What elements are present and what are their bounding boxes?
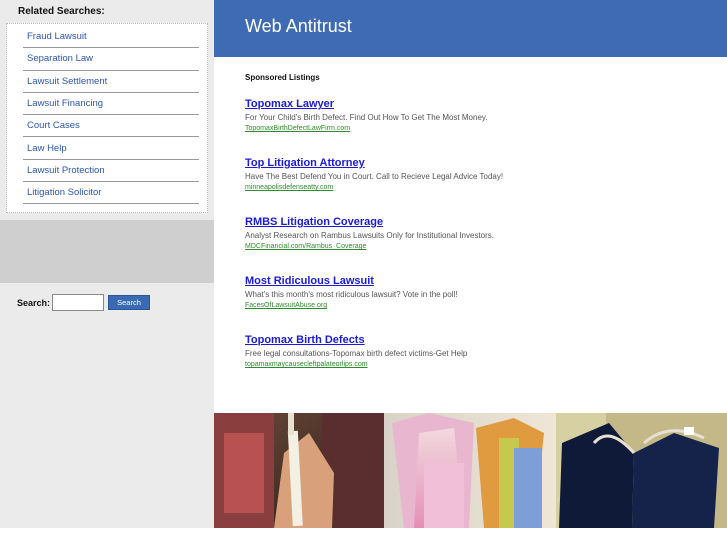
related-search-link[interactable]: Court Cases <box>23 120 80 131</box>
listing-url-link[interactable]: MDCFinancial.com/Rambus_Coverage <box>245 243 715 250</box>
photo-illustration <box>214 413 727 528</box>
related-searches-title: Related Searches: <box>18 6 105 17</box>
related-search-item[interactable]: Law Help <box>23 137 199 160</box>
main-content: Sponsored Listings Topomax Lawyer For Yo… <box>214 57 727 413</box>
page: Related Searches: Fraud Lawsuit Separati… <box>0 0 727 545</box>
listing-description: Have The Best Defend You in Court. Call … <box>245 172 504 181</box>
related-search-link[interactable]: Lawsuit Protection <box>23 165 105 176</box>
listing: Top Litigation Attorney Have The Best De… <box>245 157 715 191</box>
listing-url-link[interactable]: minneapolisdefenseatty.com <box>245 184 715 191</box>
listing-description: Analyst Research on Rambus Lawsuits Only… <box>245 231 494 240</box>
related-search-item[interactable]: Litigation Solicitor <box>23 182 199 205</box>
listing: RMBS Litigation Coverage Analyst Researc… <box>245 216 715 250</box>
related-search-item[interactable]: Lawsuit Financing <box>23 93 199 116</box>
related-search-link[interactable]: Fraud Lawsuit <box>23 31 87 42</box>
search-input[interactable] <box>52 294 104 311</box>
related-searches-box: Fraud Lawsuit Separation Law Lawsuit Set… <box>6 23 208 213</box>
listing: Most Ridiculous Lawsuit What's this mont… <box>245 275 715 309</box>
listing-url-link[interactable]: FacesOfLawsuitAbuse.org <box>245 302 715 309</box>
related-search-link[interactable]: Lawsuit Financing <box>23 98 103 109</box>
search-button[interactable]: Search <box>108 295 150 310</box>
listing-title-link[interactable]: Topomax Birth Defects <box>245 334 715 346</box>
listing-title-link[interactable]: Topomax Lawyer <box>245 98 715 110</box>
search-label: Search: <box>17 298 51 308</box>
listing: Topomax Birth Defects Free legal consult… <box>245 334 715 368</box>
related-search-item[interactable]: Separation Law <box>23 48 199 71</box>
listing-title-link[interactable]: Top Litigation Attorney <box>245 157 715 169</box>
footer-strip <box>0 528 727 545</box>
sponsored-listings-heading: Sponsored Listings <box>245 73 320 82</box>
related-search-item[interactable]: Lawsuit Settlement <box>23 71 199 93</box>
listing-description: Free legal consultations-Topomax birth d… <box>245 349 468 358</box>
sidebar-divider-band <box>0 220 214 283</box>
related-searches-list: Fraud Lawsuit Separation Law Lawsuit Set… <box>23 26 199 205</box>
search-form: Search: Search <box>0 283 214 323</box>
related-search-link[interactable]: Law Help <box>23 143 67 154</box>
sidebar-bottom <box>0 323 214 528</box>
header: Web Antitrust <box>214 0 727 57</box>
related-search-link[interactable]: Separation Law <box>23 53 93 64</box>
listing-description: For Your Child's Birth Defect. Find Out … <box>245 113 488 122</box>
listing-description: What's this month's most ridiculous laws… <box>245 290 458 299</box>
listing-url-link[interactable]: topamaxmaycausecleftpalateorlips.com <box>245 361 715 368</box>
related-search-item[interactable]: Lawsuit Protection <box>23 160 199 183</box>
related-search-link[interactable]: Litigation Solicitor <box>23 187 101 198</box>
listing-url-link[interactable]: TopomaxBirthDefectLawFirm.com <box>245 125 715 132</box>
listing-title-link[interactable]: RMBS Litigation Coverage <box>245 216 715 228</box>
site-title: Web Antitrust <box>245 16 352 36</box>
related-search-link[interactable]: Lawsuit Settlement <box>23 76 107 87</box>
related-search-item[interactable]: Court Cases <box>23 115 199 138</box>
sidebar: Related Searches: Fraud Lawsuit Separati… <box>0 0 214 545</box>
listing: Topomax Lawyer For Your Child's Birth De… <box>245 98 715 132</box>
clothing-rack-photo <box>214 413 727 528</box>
related-search-item[interactable]: Fraud Lawsuit <box>23 26 199 49</box>
listing-title-link[interactable]: Most Ridiculous Lawsuit <box>245 275 715 287</box>
